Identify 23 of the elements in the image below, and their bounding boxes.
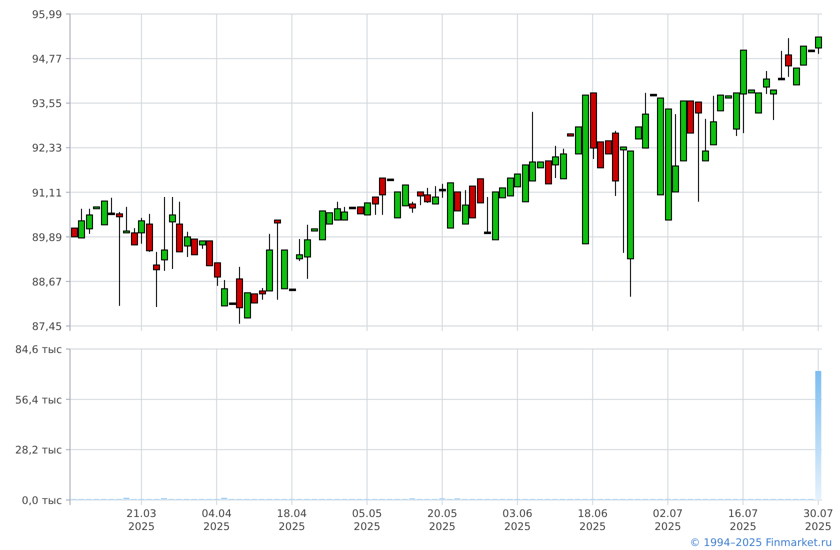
axis-label: 93,55 [32,98,62,110]
axis-label: 16.07 2025 [728,508,758,533]
axis-label: 05.05 2025 [352,508,382,533]
axis-label: 30.07 2025 [803,508,834,533]
axis-label: 84,6 тыс [15,344,62,356]
axis-label: 02.07 2025 [652,508,683,533]
copyright-text: © 1994–2025 Finmarket.ru [690,537,832,549]
axis-label: 88,67 [32,276,62,288]
axis-label: 20.05 2025 [427,508,458,533]
axis-label: 04.04 2025 [202,508,232,533]
axis-label: 03.06 2025 [502,508,532,533]
axis-label: 28,2 тыс [15,444,62,457]
axis-label: 18.06 2025 [578,508,608,533]
axis-label: 87,45 [32,321,62,333]
axis-label: 92,33 [32,142,62,155]
axis-label: 21.03 2025 [126,508,156,533]
axis-label: 0,0 тыс [22,495,62,507]
axis-label: 56,4 тыс [15,394,62,406]
axis-label: 89,89 [32,232,62,244]
axis-label: 91,11 [32,187,62,200]
axis-label: 94,77 [32,54,62,66]
axis-label: 95,99 [32,9,62,21]
axis-label: 18.04 2025 [276,508,307,533]
